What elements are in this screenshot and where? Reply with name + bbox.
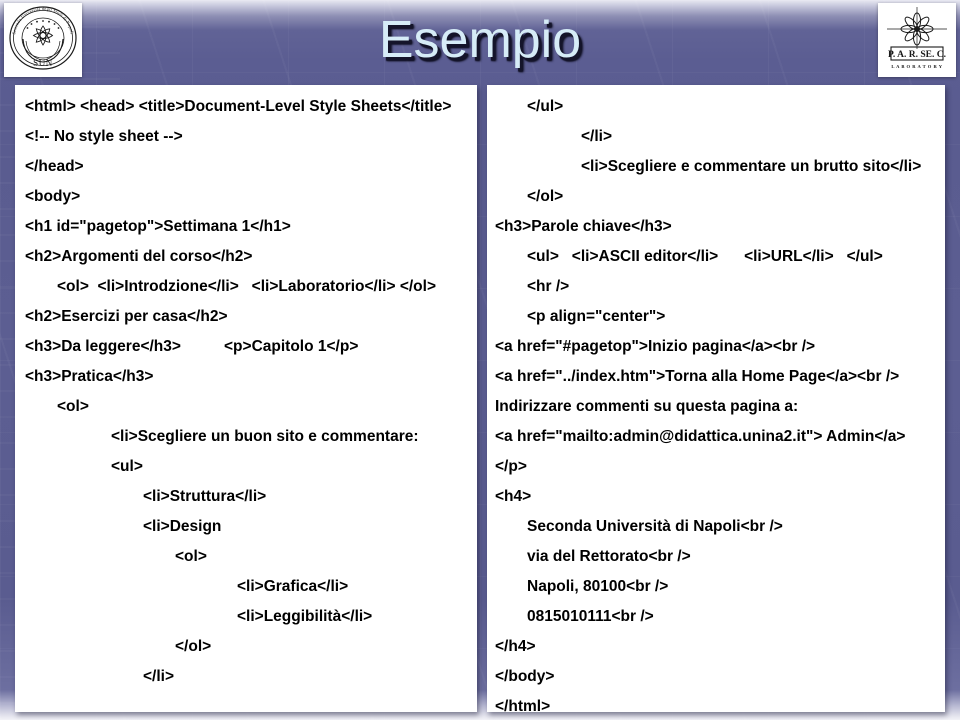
code-line: </ol> xyxy=(527,188,564,205)
code-line: <p align="center"> xyxy=(527,308,666,325)
code-line: <ol> xyxy=(175,548,207,565)
code-line: Napoli, 80100<br /> xyxy=(527,578,669,595)
code-line: </h4> xyxy=(495,638,536,655)
code-lines-right: </ul> </li> <li>Scegliere e commentare un … xyxy=(487,85,945,712)
code-line: <ul> <li>ASCII editor</li> <li>URL</li> … xyxy=(527,248,883,265)
code-line: </head> xyxy=(25,158,84,175)
code-line: <ul> xyxy=(111,458,143,475)
code-line: </body> xyxy=(495,668,555,685)
code-panel-left: <html> <head> <title>Document-Level Styl… xyxy=(15,85,477,712)
code-line: <h3>Da leggere</h3> <p>Capitolo 1</p> xyxy=(25,338,359,355)
code-line: </p> xyxy=(495,458,527,475)
code-line: Indirizzare commenti su questa pagina a: xyxy=(495,398,799,415)
code-panel-right: </ul> </li> <li>Scegliere e commentare un … xyxy=(487,85,945,712)
code-line: <hr /> xyxy=(527,278,570,295)
code-line: <li>Grafica</li> xyxy=(237,578,349,595)
parsec-acronym: P. A. R. SE. C. xyxy=(888,50,946,60)
code-line: <li>Design xyxy=(143,518,222,535)
code-line: <body> xyxy=(25,188,81,205)
code-line: <h3>Pratica</h3> xyxy=(25,368,154,385)
code-lines-left: <html> <head> <title>Document-Level Styl… xyxy=(15,85,477,692)
code-line: </ul> xyxy=(527,98,564,115)
parsec-laboratory-logo: P. A. R. SE. C. L A B O R A T O R Y xyxy=(878,3,956,77)
parsec-subtitle: L A B O R A T O R Y xyxy=(891,64,942,69)
code-line: </li> xyxy=(143,668,175,685)
parsec-star-icon: P. A. R. SE. C. L A B O R A T O R Y xyxy=(887,7,947,69)
code-line: </li> xyxy=(581,128,613,145)
code-line: <a href="../index.htm">Torna alla Home P… xyxy=(495,368,900,385)
code-line: <h2>Argomenti del corso</h2> xyxy=(25,248,253,265)
code-line: <h4> xyxy=(495,488,532,505)
code-line: </ol> xyxy=(175,638,212,655)
code-line: <h3>Parole chiave</h3> xyxy=(495,218,672,235)
code-line: <ol> xyxy=(57,398,89,415)
code-line: 0815010111<br /> xyxy=(527,608,654,625)
code-line: </html> xyxy=(495,698,551,712)
code-line: <li>Struttura</li> xyxy=(143,488,267,505)
code-line: <h1 id="pagetop">Settimana 1</h1> xyxy=(25,218,291,235)
code-line: Seconda Università di Napoli<br /> xyxy=(527,518,783,535)
slide-header: Seconda Università degli Studi di Napoli… xyxy=(0,0,960,86)
code-line: <a href="#pagetop">Inizio pagina</a><br … xyxy=(495,338,816,355)
code-line: <ol> <li>Introdzione</li> <li>Laboratori… xyxy=(57,278,437,295)
code-line: <!-- No style sheet --> xyxy=(25,128,183,145)
code-line: <a href="mailto:admin@didattica.unina2.i… xyxy=(495,428,906,445)
code-line: <li>Leggibilità</li> xyxy=(237,608,373,625)
code-line: <html> <head> <title>Document-Level Styl… xyxy=(25,98,452,115)
slide-title: Esempio xyxy=(378,11,582,69)
code-line: <li>Scegliere un buon sito e commentare: xyxy=(111,428,419,445)
code-line: <li>Scegliere e commentare un brutto sit… xyxy=(581,158,922,175)
code-line: <h2>Esercizi per casa</h2> xyxy=(25,308,228,325)
code-line: via del Rettorato<br /> xyxy=(527,548,691,565)
